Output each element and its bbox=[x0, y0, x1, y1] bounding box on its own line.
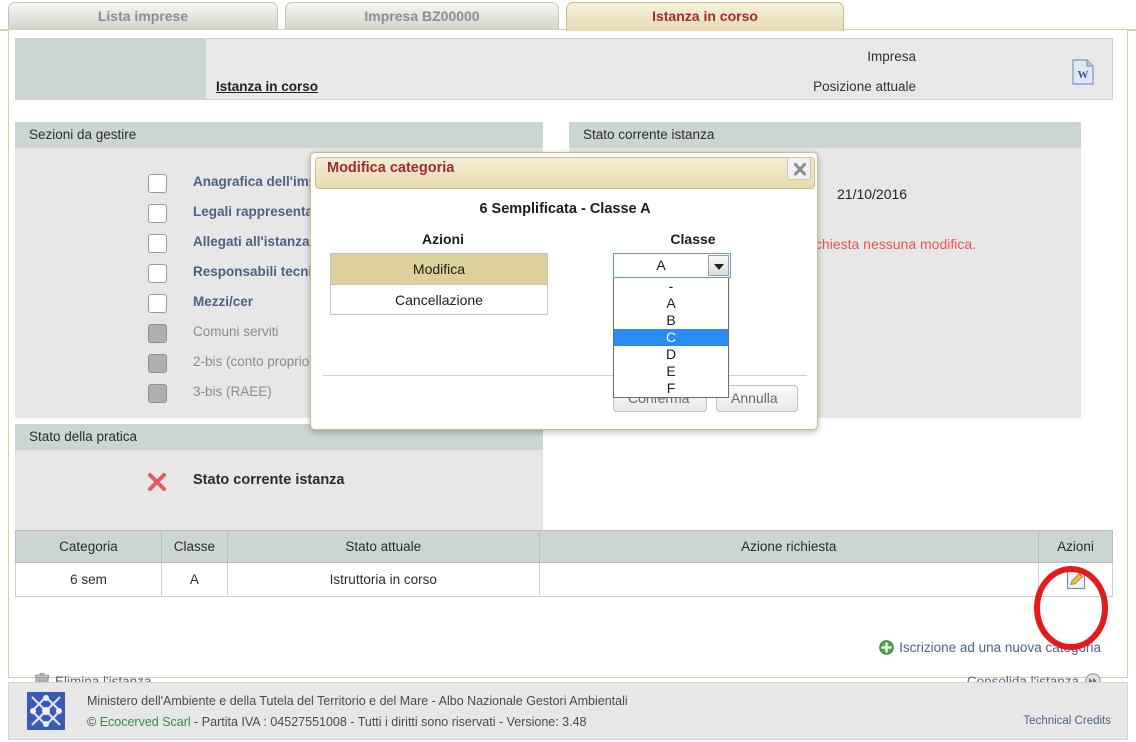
checkbox-responsabili-tecnici[interactable] bbox=[148, 264, 167, 283]
azioni-option-list: Modifica Cancellazione bbox=[330, 253, 548, 315]
tab-impresa[interactable]: Impresa BZ00000 bbox=[285, 2, 559, 30]
checkbox-anagrafica[interactable] bbox=[148, 174, 167, 193]
ministry-logo-icon bbox=[27, 692, 65, 730]
tab-label: Istanza in corso bbox=[652, 8, 758, 24]
dialog-azioni-header: Azioni bbox=[422, 231, 464, 247]
chevron-down-icon[interactable] bbox=[708, 255, 729, 276]
checklist-label: 3-bis (RAEE) bbox=[193, 384, 272, 399]
tab-label: Lista imprese bbox=[97, 8, 189, 24]
footer-line-2: © Ecocerved Scarl - Partita IVA : 045275… bbox=[87, 715, 587, 729]
classe-select[interactable]: A - A B C D E F bbox=[613, 253, 731, 398]
breadcrumb-posizione-link[interactable]: Istanza in corso bbox=[216, 79, 318, 94]
classe-select-options[interactable]: - A B C D E F bbox=[613, 278, 729, 398]
cell-azione-richiesta bbox=[538, 562, 1040, 597]
technical-credits-link[interactable]: Technical Credits bbox=[1023, 715, 1111, 727]
modifica-categoria-dialog: Modifica categoria 6 Semplificata - Clas… bbox=[310, 152, 818, 430]
azioni-option-cancellazione[interactable]: Cancellazione bbox=[331, 284, 547, 314]
table-row: 6 sem A Istruttoria in corso bbox=[15, 562, 1113, 597]
col-azioni: Azioni bbox=[1038, 530, 1113, 563]
tab-label: Impresa BZ00000 bbox=[364, 8, 480, 24]
svg-text:W: W bbox=[1078, 69, 1089, 81]
checkbox-3bis-raee bbox=[148, 384, 167, 403]
stato-date: 21/10/2016 bbox=[837, 186, 908, 202]
classe-select-value: A bbox=[656, 257, 666, 273]
footer-company-link[interactable]: Ecocerved Scarl bbox=[100, 715, 191, 729]
dialog-title: Modifica categoria bbox=[327, 160, 455, 176]
checklist-label[interactable]: Responsabili tecnici bbox=[193, 264, 324, 279]
close-glyph bbox=[794, 163, 806, 176]
classe-option[interactable]: F bbox=[614, 380, 728, 397]
checkbox-2bis bbox=[148, 354, 167, 373]
cell-stato-attuale: Istruttoria in corso bbox=[226, 562, 540, 597]
breadcrumb-label-column bbox=[16, 39, 206, 99]
breadcrumb: Impresa Posizione attuale Istanza in cor… bbox=[15, 38, 1113, 100]
classe-select-box[interactable]: A bbox=[613, 253, 731, 278]
dialog-divider bbox=[323, 375, 807, 376]
checkbox-legali-rappresentanti[interactable] bbox=[148, 204, 167, 223]
close-x-icon[interactable] bbox=[787, 157, 811, 180]
classe-option[interactable]: E bbox=[614, 363, 728, 380]
breadcrumb-posizione-label: Posizione attuale bbox=[813, 79, 916, 94]
footer-copy: © bbox=[87, 715, 100, 729]
cell-categoria: 6 sem bbox=[15, 562, 162, 597]
tab-istanza-in-corso[interactable]: Istanza in corso bbox=[566, 2, 844, 31]
breadcrumb-impresa-label: Impresa bbox=[867, 49, 916, 64]
col-categoria: Categoria bbox=[15, 530, 162, 563]
iscrizione-nuova-categoria-link[interactable]: Iscrizione ad una nuova categoria bbox=[879, 640, 1101, 655]
classe-option-highlighted[interactable]: C bbox=[614, 329, 728, 346]
checkbox-comuni-serviti bbox=[148, 324, 167, 343]
classe-option[interactable]: A bbox=[614, 295, 728, 312]
azioni-option-modifica[interactable]: Modifica bbox=[331, 254, 547, 284]
checklist-label[interactable]: Mezzi/cer bbox=[193, 294, 253, 309]
stato-pratica-panel: Stato corrente istanza bbox=[15, 450, 543, 540]
checklist-label[interactable]: Allegati all'istanza bbox=[193, 234, 310, 249]
classe-option[interactable]: B bbox=[614, 312, 728, 329]
cell-azioni[interactable] bbox=[1038, 562, 1113, 597]
dialog-classe-header: Classe bbox=[670, 231, 716, 247]
stato-pratica-label: Stato corrente istanza bbox=[193, 472, 345, 488]
checkbox-mezzi-cer[interactable] bbox=[148, 294, 167, 313]
col-azione-richiesta: Azione richiesta bbox=[538, 530, 1040, 563]
section-header-sezioni: Sezioni da gestire bbox=[15, 122, 543, 148]
word-document-icon[interactable]: W bbox=[1072, 59, 1094, 85]
table-header-row: Categoria Classe Stato attuale Azione ri… bbox=[15, 530, 1113, 563]
col-stato-attuale: Stato attuale bbox=[226, 530, 540, 563]
categorie-table: Categoria Classe Stato attuale Azione ri… bbox=[15, 530, 1113, 597]
plus-circle-icon bbox=[879, 640, 894, 655]
footer-rest: - Partita IVA : 04527551008 - Tutti i di… bbox=[190, 715, 587, 729]
dialog-subtitle: 6 Semplificata - Classe A bbox=[479, 201, 651, 217]
classe-option[interactable]: D bbox=[614, 346, 728, 363]
checkbox-allegati[interactable] bbox=[148, 234, 167, 253]
iscrizione-label: Iscrizione ad una nuova categoria bbox=[899, 640, 1101, 655]
tab-lista-imprese[interactable]: Lista imprese bbox=[8, 2, 278, 30]
classe-option[interactable]: - bbox=[614, 278, 728, 295]
edit-pencil-icon[interactable] bbox=[1066, 570, 1086, 590]
footer: Ministero dell'Ambiente e della Tutela d… bbox=[8, 682, 1128, 740]
section-header-stato-corrente: Stato corrente istanza bbox=[569, 122, 1081, 148]
footer-line-1: Ministero dell'Ambiente e della Tutela d… bbox=[87, 694, 628, 708]
tab-bar: Lista imprese Impresa BZ00000 Istanza in… bbox=[0, 0, 1136, 31]
checklist-label: Comuni serviti bbox=[193, 324, 279, 339]
red-x-icon bbox=[148, 473, 166, 491]
cell-classe: A bbox=[160, 562, 228, 597]
page-root: Lista imprese Impresa BZ00000 Istanza in… bbox=[0, 0, 1136, 742]
col-classe: Classe bbox=[160, 530, 228, 563]
checklist-label: 2-bis (conto proprio) bbox=[193, 354, 314, 369]
